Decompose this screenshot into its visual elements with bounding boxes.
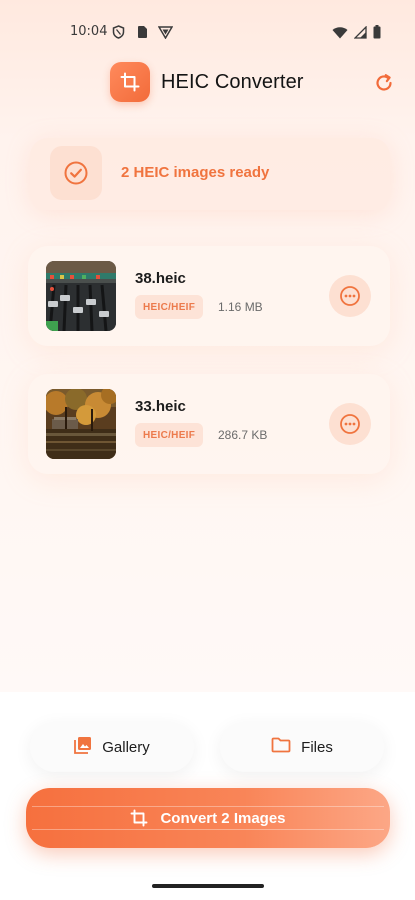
bottom-action-panel: Gallery Files Convert 2 Images: [0, 692, 415, 900]
thumbnail-image: [46, 389, 116, 459]
refresh-icon[interactable]: [371, 70, 397, 96]
app-header: HEIC Converter: [0, 62, 415, 104]
file-card[interactable]: 33.heic HEIC/HEIF 286.7 KB: [28, 374, 390, 474]
app-title: HEIC Converter: [161, 71, 304, 93]
file-name: 33.heic: [135, 398, 186, 415]
status-time: 10:04: [70, 24, 108, 39]
shield-icon: [112, 24, 126, 39]
file-size: 1.16 MB: [218, 300, 263, 314]
format-badge: HEIC/HEIF: [135, 295, 204, 319]
signal-icon: [353, 24, 367, 43]
file-name: 38.heic: [135, 270, 186, 287]
files-label: Files: [301, 738, 333, 756]
status-right-icons: [332, 24, 381, 43]
format-badge: HEIC/HEIF: [135, 423, 204, 447]
image-icon: [74, 736, 92, 759]
convert-button[interactable]: Convert 2 Images: [26, 788, 390, 848]
files-button[interactable]: Files: [220, 722, 384, 772]
sim-card-icon: [137, 24, 151, 38]
file-card[interactable]: 38.heic HEIC/HEIF 1.16 MB: [28, 246, 390, 346]
folder-icon: [271, 737, 291, 758]
check-circle-icon: [50, 146, 102, 200]
gallery-label: Gallery: [102, 738, 150, 756]
convert-label: Convert 2 Images: [160, 809, 286, 827]
battery-icon: [373, 24, 381, 43]
home-indicator[interactable]: [152, 884, 264, 888]
app-screen: 10:04 HEIC Converter 2 HEIC images ready…: [0, 0, 415, 900]
status-bar: 10:04: [0, 0, 415, 60]
more-options-icon[interactable]: [329, 275, 371, 317]
ready-banner: 2 HEIC images ready: [30, 138, 390, 210]
thumbnail-image: [46, 261, 116, 331]
crop-icon: [130, 809, 148, 827]
vpn-icon: [157, 24, 174, 40]
wifi-icon: [332, 24, 348, 43]
file-size: 286.7 KB: [218, 428, 268, 442]
more-options-icon[interactable]: [329, 403, 371, 445]
ready-status-text: 2 HEIC images ready: [121, 164, 270, 181]
gallery-button[interactable]: Gallery: [30, 722, 194, 772]
crop-icon: [110, 62, 150, 102]
